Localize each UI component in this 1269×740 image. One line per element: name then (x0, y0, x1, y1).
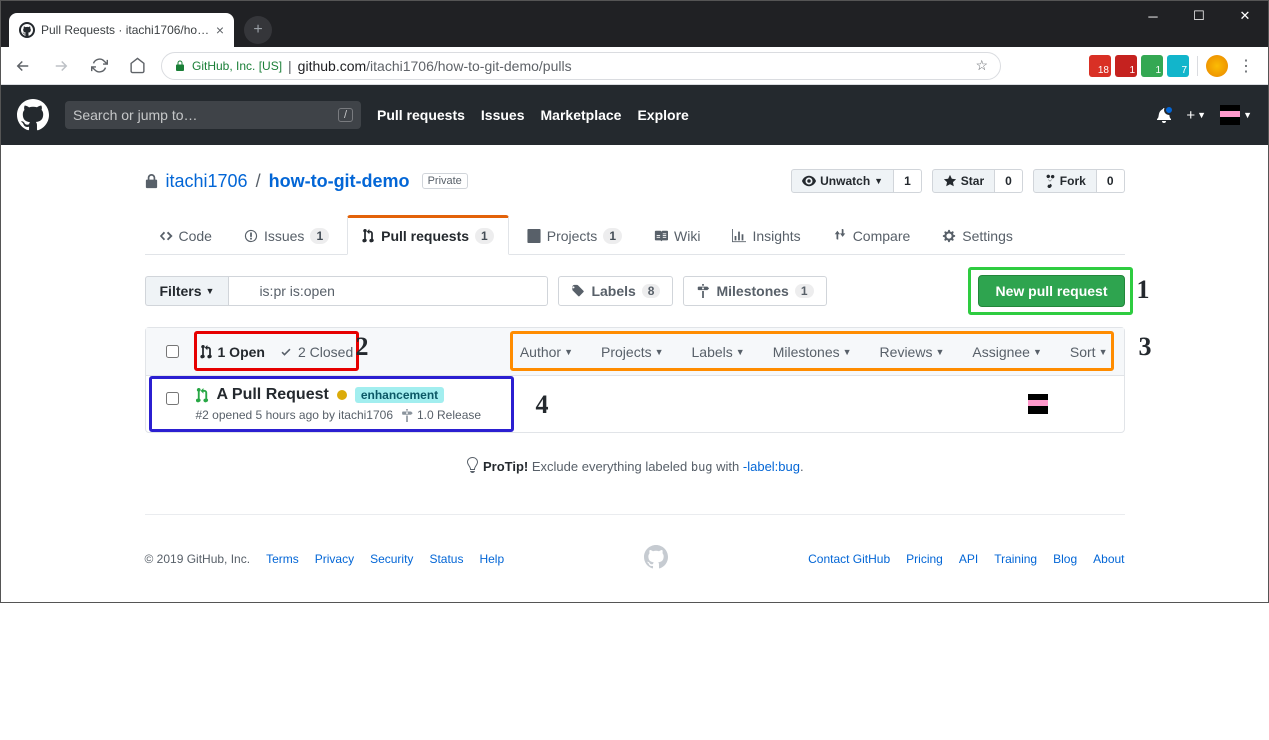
browser-tab[interactable]: Pull Requests · itachi1706/how-to… × (9, 13, 234, 47)
star-count[interactable]: 0 (995, 169, 1023, 193)
profile-avatar-icon[interactable] (1206, 55, 1228, 77)
tab-wiki[interactable]: Wiki (640, 215, 714, 254)
footer-training[interactable]: Training (994, 552, 1037, 566)
github-mark-icon[interactable] (504, 545, 808, 572)
labels-button[interactable]: Labels8 (558, 276, 673, 306)
protip-link[interactable]: -label:bug (743, 459, 800, 474)
filter-labels[interactable]: Labels▼ (692, 344, 745, 360)
nav-home-icon[interactable] (123, 52, 151, 80)
window-close-icon[interactable]: ✕ (1222, 1, 1268, 31)
tab-compare[interactable]: Compare (819, 215, 925, 254)
tab-projects[interactable]: Projects1 (513, 215, 636, 254)
filter-sort[interactable]: Sort▼ (1070, 344, 1108, 360)
protip: ProTip! Exclude everything labeled bug w… (145, 457, 1125, 474)
new-pull-request-button[interactable]: New pull request (978, 275, 1124, 307)
slash-key-hint: / (338, 108, 353, 122)
pr-row[interactable]: A Pull Request enhancement #2 opened 5 h… (146, 376, 1124, 432)
nav-explore[interactable]: Explore (637, 107, 688, 123)
footer-status[interactable]: Status (429, 552, 463, 566)
open-prs-filter[interactable]: 1 Open (200, 344, 265, 360)
footer-terms[interactable]: Terms (266, 552, 299, 566)
secure-org-label: GitHub, Inc. [US] (192, 59, 282, 73)
notifications-bell-icon[interactable] (1156, 107, 1172, 123)
milestones-button[interactable]: Milestones1 (683, 276, 826, 306)
unwatch-button[interactable]: Unwatch▼ (791, 169, 894, 193)
address-bar: GitHub, Inc. [US] | github.com/itachi170… (1, 47, 1268, 85)
filter-assignee[interactable]: Assignee▼ (972, 344, 1042, 360)
footer-api[interactable]: API (959, 552, 978, 566)
window-maximize-icon[interactable]: ☐ (1176, 1, 1222, 31)
lock-icon (145, 174, 158, 189)
watch-count[interactable]: 1 (894, 169, 922, 193)
pr-meta: #2 opened 5 hours ago by itachi1706 (196, 408, 394, 422)
annotation-number-3: 3 (1139, 332, 1152, 362)
search-input[interactable] (228, 276, 548, 306)
extension-icon[interactable]: 1 (1141, 55, 1163, 77)
footer-help[interactable]: Help (479, 552, 504, 566)
filters-dropdown[interactable]: Filters▼ (145, 276, 229, 306)
annotation-number-1: 1 (1137, 275, 1150, 305)
repo-owner-link[interactable]: itachi1706 (166, 171, 248, 192)
tab-pull-requests[interactable]: Pull requests1 (347, 215, 509, 255)
footer-blog[interactable]: Blog (1053, 552, 1077, 566)
path-separator: / (256, 171, 261, 192)
user-avatar-icon (1220, 105, 1240, 125)
closed-prs-filter[interactable]: 2 Closed (279, 344, 353, 360)
pull-request-open-icon (196, 388, 209, 403)
nav-marketplace[interactable]: Marketplace (541, 107, 622, 123)
extension-icon[interactable]: 1 (1115, 55, 1137, 77)
fork-count[interactable]: 0 (1097, 169, 1125, 193)
create-new-dropdown[interactable]: +▼ (1186, 107, 1206, 124)
bookmark-star-icon[interactable]: ☆ (975, 57, 988, 74)
select-all-checkbox[interactable] (166, 345, 179, 358)
github-favicon (19, 22, 35, 38)
pr-milestone[interactable]: 1.0 Release (401, 408, 481, 422)
footer-privacy[interactable]: Privacy (315, 552, 354, 566)
search-placeholder: Search or jump to… (73, 107, 198, 123)
new-tab-button[interactable]: + (244, 16, 272, 44)
nav-pull-requests[interactable]: Pull requests (377, 107, 465, 123)
browser-tab-strip: Pull Requests · itachi1706/how-to… × + ─… (1, 1, 1268, 47)
user-menu[interactable]: ▼ (1220, 105, 1252, 125)
nav-forward-icon[interactable] (47, 52, 75, 80)
filter-author[interactable]: Author▼ (520, 344, 573, 360)
chrome-menu-icon[interactable]: ⋮ (1232, 52, 1260, 80)
extension-icon[interactable]: 7 (1167, 55, 1189, 77)
repo-name-link[interactable]: how-to-git-demo (269, 171, 410, 192)
extension-icon[interactable]: 18 (1089, 55, 1111, 77)
label-enhancement[interactable]: enhancement (355, 387, 444, 403)
tab-insights[interactable]: Insights (718, 215, 814, 254)
footer-security[interactable]: Security (370, 552, 413, 566)
assignee-avatar-icon[interactable] (1028, 394, 1048, 414)
tab-settings[interactable]: Settings (928, 215, 1027, 254)
footer: © 2019 GitHub, Inc. Terms Privacy Securi… (145, 514, 1125, 602)
footer-contact[interactable]: Contact GitHub (808, 552, 890, 566)
tab-code[interactable]: Code (145, 215, 226, 254)
tab-title: Pull Requests · itachi1706/how-to… (41, 23, 210, 37)
footer-pricing[interactable]: Pricing (906, 552, 943, 566)
omnibox[interactable]: GitHub, Inc. [US] | github.com/itachi170… (161, 52, 1001, 80)
copyright: © 2019 GitHub, Inc. (145, 552, 251, 566)
filter-milestones[interactable]: Milestones▼ (773, 344, 852, 360)
visibility-badge: Private (422, 173, 468, 189)
nav-reload-icon[interactable] (85, 52, 113, 80)
github-logo-icon[interactable] (17, 99, 49, 131)
window-minimize-icon[interactable]: ─ (1130, 1, 1176, 31)
github-header: Search or jump to… / Pull requests Issue… (1, 85, 1268, 145)
filter-reviews[interactable]: Reviews▼ (880, 344, 945, 360)
fork-button[interactable]: Fork (1033, 169, 1097, 193)
nav-issues[interactable]: Issues (481, 107, 525, 123)
url-text: github.com/itachi1706/how-to-git-demo/pu… (298, 58, 572, 74)
tab-issues[interactable]: Issues1 (230, 215, 343, 254)
lock-icon (174, 60, 186, 72)
pr-title[interactable]: A Pull Request (217, 386, 329, 404)
ci-status-pending-icon[interactable] (337, 390, 347, 400)
close-tab-icon[interactable]: × (216, 22, 224, 38)
star-button[interactable]: Star (932, 169, 995, 193)
nav-back-icon[interactable] (9, 52, 37, 80)
filter-projects[interactable]: Projects▼ (601, 344, 664, 360)
select-row-checkbox[interactable] (166, 392, 179, 405)
github-search-input[interactable]: Search or jump to… / (65, 101, 361, 129)
footer-about[interactable]: About (1093, 552, 1124, 566)
